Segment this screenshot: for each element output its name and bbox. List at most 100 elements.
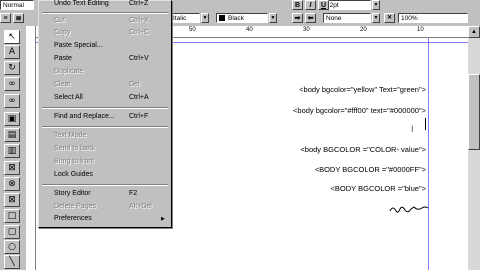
menu-item-select-all[interactable]: Select All Ctrl+A — [39, 92, 171, 104]
menu-item-text-mode[interactable]: Text Mode — [39, 130, 171, 142]
text-tool-icon[interactable]: A — [4, 45, 20, 59]
menu-item-label: Undo Text Editing — [54, 0, 109, 7]
menu-separator — [42, 107, 168, 109]
text-frame-icon[interactable]: ▤ — [4, 128, 20, 142]
crossed-square-icon[interactable]: ⊠ — [4, 193, 20, 207]
ellipse-icon[interactable]: ○ — [4, 240, 20, 254]
image-frame-icon[interactable]: ▥ — [4, 144, 20, 158]
menu-item-shortcut: Ctrl+F — [129, 113, 149, 120]
menu-item-label: Select All — [54, 94, 83, 101]
menu-separator — [42, 126, 168, 128]
scroll-up-icon[interactable]: ▲ — [468, 26, 480, 38]
line-dropdown-button[interactable]: ▼ — [372, 13, 380, 23]
ruler-mark: 10 — [417, 27, 424, 33]
menu-item-find-replace[interactable]: Find and Replace... Ctrl+F — [39, 111, 171, 123]
menu-item-clear[interactable]: Clear Del — [39, 79, 171, 91]
menu-item-label: Paste Special... — [54, 42, 103, 49]
italic-button[interactable]: I — [305, 0, 316, 10]
font-dropdown-button[interactable]: ▼ — [201, 13, 209, 23]
submenu-arrow-icon: ▶ — [161, 216, 165, 222]
menu-item-duplicate[interactable]: Duplicate — [39, 66, 171, 78]
menu-item-label: Clear — [54, 81, 71, 88]
color-field[interactable]: Black — [216, 13, 268, 23]
align-icon[interactable]: ≡ — [0, 13, 11, 23]
menu-item-story-editor[interactable]: Story Editor F2 — [39, 188, 171, 200]
menu-item-label: Lock Guides — [54, 171, 93, 178]
menu-separator — [42, 184, 168, 186]
scroll-thumb[interactable] — [468, 74, 480, 150]
color-value: Black — [228, 15, 244, 22]
ruler-mark: 40 — [246, 27, 253, 33]
menu-item-shortcut: Ctrl+X — [129, 17, 149, 24]
close-icon[interactable]: ✕ — [384, 13, 395, 23]
menu-item-label: Send to back — [54, 145, 95, 152]
line-icon[interactable]: ╲ — [4, 255, 20, 269]
margin-guide — [428, 38, 429, 270]
link-icon[interactable]: ∞ — [4, 77, 20, 91]
text-line[interactable]: <BODY BGCOLOR ="#0000FF"> — [315, 165, 426, 174]
bold-button[interactable]: B — [292, 0, 303, 10]
menu-item-label: Find and Replace... — [54, 113, 115, 120]
arrow-right-icon[interactable]: ➡ — [292, 13, 303, 23]
menu-item-copy[interactable]: Copy Ctrl+C — [39, 27, 171, 39]
crossed-circle-icon[interactable]: ⊗ — [4, 177, 20, 191]
menu-item-undo[interactable]: Undo Text Editing Ctrl+Z — [39, 0, 171, 10]
ruler-mark: 30 — [303, 27, 310, 33]
menu-item-paste[interactable]: Paste Ctrl+V — [39, 53, 171, 65]
menu-item-label: Story Editor — [54, 190, 91, 197]
style-field[interactable]: Normal — [0, 0, 34, 10]
frame-icon[interactable]: ▣ — [4, 112, 20, 126]
menu-item-shortcut: Alt+Del — [129, 203, 152, 210]
handwritten-mark — [389, 206, 429, 213]
menu-item-label: Cut — [54, 17, 65, 24]
vertical-ruler — [26, 26, 36, 270]
menu-item-lock-guides[interactable]: Lock Guides — [39, 169, 171, 181]
menu-item-shortcut: Ctrl+V — [129, 55, 149, 62]
menu-item-label: Copy — [54, 29, 71, 36]
vertical-scrollbar[interactable]: ▲ — [468, 26, 480, 270]
color-dropdown-button[interactable]: ▼ — [269, 13, 277, 23]
menu-item-shortcut: Ctrl+Z — [129, 0, 149, 7]
menu-item-label: Bring to front — [54, 158, 95, 165]
menu-item-shortcut: Ctrl+C — [129, 29, 150, 36]
menu-item-label: Preferences — [54, 215, 92, 222]
text-line[interactable]: <body BGCOLOR ="COLOR- value"> — [300, 145, 426, 154]
menu-item-paste-special[interactable]: Paste Special... — [39, 40, 171, 52]
menu-item-preferences[interactable]: Preferences ▶ — [39, 213, 171, 225]
menu-item-shortcut: Ctrl+A — [129, 94, 149, 101]
crossed-box-icon[interactable]: ⊠ — [4, 161, 20, 175]
font-field[interactable]: Italic — [170, 13, 200, 23]
text-line[interactable]: <BODY BGCOLOR ="blue"> — [331, 184, 426, 193]
text-cursor — [425, 118, 426, 130]
underline-button[interactable]: U — [318, 0, 329, 10]
menu-item-bring-to-front[interactable]: Bring to front — [39, 156, 171, 168]
tool-palette: ↖ A ↻ ∞ ∞ ▣ ▤ ▥ ⊠ ⊗ ⊠ □ ▢ ○ ╲ — [0, 26, 24, 270]
text-line[interactable]: <body bgcolor="yellow" Text="green"> — [299, 85, 426, 94]
arrow-left-icon[interactable]: ⬅ — [305, 13, 316, 23]
ruler-mark: 20 — [360, 27, 367, 33]
menu-item-delete-pages[interactable]: Delete Pages Alt+Del — [39, 201, 171, 213]
size-dropdown-button[interactable]: ▼ — [372, 0, 380, 10]
color-swatch-icon — [219, 15, 225, 22]
rounded-rect-icon[interactable]: ▢ — [4, 225, 20, 239]
line-field[interactable]: None — [323, 13, 371, 23]
menu-item-label: Delete Pages — [54, 203, 97, 210]
edit-menu: Undo Text Editing Ctrl+Z Cut Ctrl+X Copy Ct… — [38, 0, 172, 228]
rectangle-icon[interactable]: □ — [4, 209, 20, 223]
rotate-icon[interactable]: ↻ — [4, 61, 20, 75]
ruler-mark: 50 — [189, 27, 196, 33]
size-field[interactable]: 12pt — [323, 0, 371, 10]
menu-item-shortcut: F2 — [129, 190, 138, 197]
menu-item-label: Text Mode — [54, 132, 87, 139]
menu-item-label: Paste — [54, 55, 72, 62]
menu-item-shortcut: Del — [129, 81, 140, 88]
ibeam-cursor-icon: I — [411, 124, 414, 134]
menu-item-cut[interactable]: Cut Ctrl+X — [39, 15, 171, 27]
zoom-field[interactable]: 100% — [398, 13, 468, 23]
menu-item-send-to-back[interactable]: Send to back — [39, 143, 171, 155]
unlink-icon[interactable]: ∞ — [4, 94, 20, 108]
pointer-icon[interactable]: ↖ — [4, 30, 20, 44]
menu-separator — [42, 12, 168, 14]
justify-icon[interactable]: ≣ — [13, 13, 24, 23]
text-line[interactable]: <body bgcolor="#fff00" text="#000000"> — [293, 106, 426, 115]
